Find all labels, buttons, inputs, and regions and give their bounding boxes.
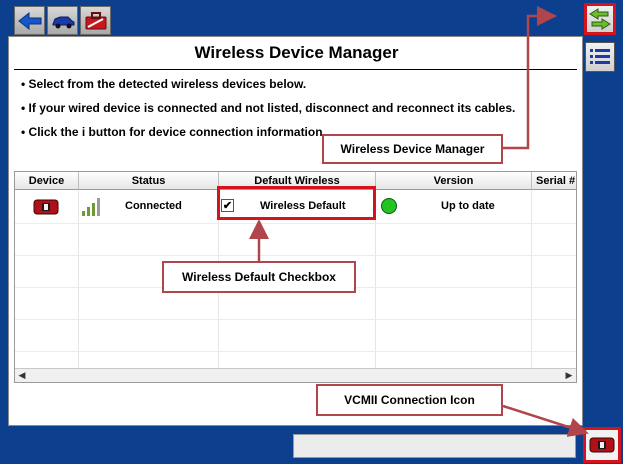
- callout-wireless-device-manager: Wireless Device Manager: [322, 134, 503, 164]
- callout-arrows: [249, 6, 589, 437]
- callout-wireless-default-checkbox: Wireless Default Checkbox: [162, 261, 356, 293]
- callout-vcm-connection-icon: VCMII Connection Icon: [316, 384, 503, 416]
